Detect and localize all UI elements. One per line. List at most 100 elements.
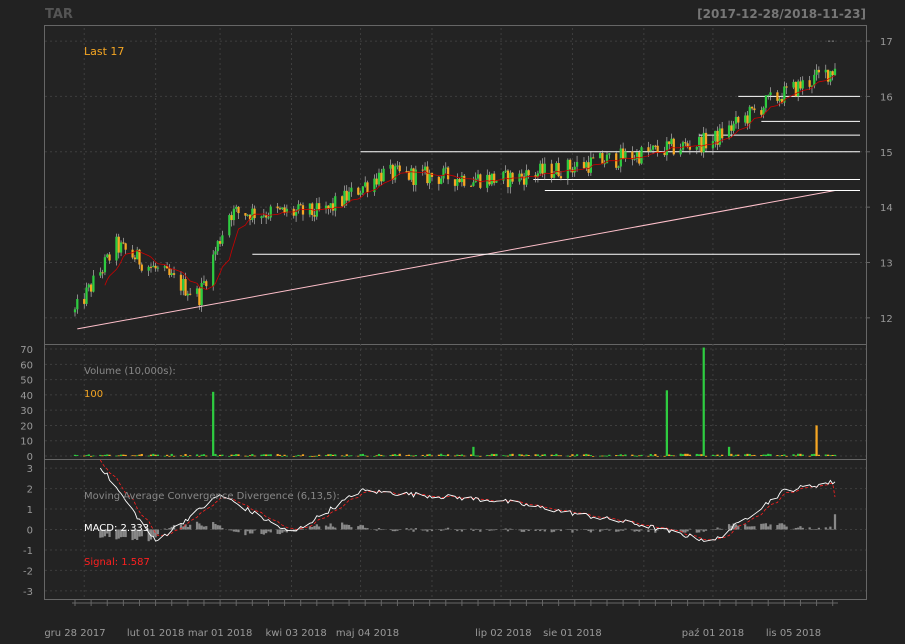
candle-body [122,242,125,244]
macd-histogram-bar [783,524,786,530]
candle-body [76,299,79,310]
volume-bar [430,455,434,457]
volume-bar [108,454,111,456]
candle-body [472,182,475,186]
volume-bar [423,455,427,457]
volume-bar [73,454,77,456]
volume-bar [502,455,505,457]
candle-body [267,217,270,219]
macd-histogram-bar [753,526,756,530]
volume-bar [198,455,201,457]
candle-body [767,95,770,97]
candle-body [486,174,489,188]
candle-body [704,132,708,149]
macd-histogram-bar [527,529,530,531]
candle-body [509,172,512,188]
volume-bar [550,454,553,456]
volume-bar [633,455,636,457]
x-tick-label: lut 01 2018 [127,628,185,639]
volume-bar [748,453,751,456]
candle-body [246,214,249,216]
macd-histogram-bar [377,528,381,530]
candle-body [108,254,111,261]
candle-body [555,163,558,175]
volume-tick-label: 60 [20,360,33,371]
macd-histogram-bar [472,529,475,532]
macd-histogram-bar [237,529,240,533]
volume-bar [617,455,620,457]
macd-histogram-bar [718,528,721,530]
x-tick-label: paź 01 2018 [682,627,744,639]
macd-histogram-bar [357,526,360,530]
macd-histogram-bar [518,529,521,531]
candle-body [154,265,157,269]
volume-bar [267,454,270,456]
volume-bar [785,455,788,457]
candle-body [504,170,507,172]
macd-histogram-bar [373,529,376,530]
candle-body [251,208,254,221]
volume-bar [582,454,586,456]
candle-body [119,242,123,253]
volume-bar [534,454,537,456]
macd-histogram-bar [456,529,459,532]
volume-bar [732,455,735,457]
x-tick-label: maj 04 2018 [336,628,399,639]
macd-histogram-bar [603,529,606,530]
volume-bar [509,454,512,456]
macd-histogram-bar [826,528,830,530]
volume-bar [486,454,489,456]
macd-histogram-bar [605,528,609,530]
macd-histogram-bar [405,528,408,530]
volume-bar [695,453,698,456]
volume-bar [122,454,125,456]
volume-bar [566,455,569,457]
volume-bar [456,454,459,456]
volume-bar [716,454,719,456]
candle-body [184,279,187,296]
volume-bar [99,454,102,456]
volume-bar [292,455,295,457]
candle-body [398,165,401,172]
macd-histogram-bar [315,524,318,530]
macd-histogram-bar [246,529,249,532]
volume-bar [797,453,800,456]
volume-bar [697,454,701,456]
volume-bar [329,454,332,456]
candle-body [212,254,215,287]
volume-tick-label: 40 [20,391,33,402]
macd-histogram-bar [792,528,795,530]
macd-histogram-bar [635,529,639,532]
volume-bar [714,455,717,457]
volume-bar [92,455,95,457]
volume-bar [317,454,321,456]
candle-body [601,153,604,164]
volume-bar [615,455,618,456]
macd-histogram-bar [543,529,546,532]
volume-bar [679,453,682,456]
candle-body [410,168,413,180]
volume-bar [460,454,464,456]
candle-body [117,236,120,253]
volume-bar [83,455,86,457]
candle-body [799,81,802,89]
volume-bar [366,455,369,457]
volume-bar [665,390,669,456]
candle-body [262,215,265,217]
macd-histogram-bar [663,529,666,531]
volume-bar [711,454,715,456]
volume-bar [87,454,90,456]
macd-histogram-bar [536,529,540,530]
volume-bar [668,454,671,456]
volume-bar [205,455,208,457]
volume-bar [543,454,546,456]
volume-bar [301,454,305,456]
volume-bar [214,453,217,456]
candle-body [511,172,514,182]
macd-histogram-bar [230,529,233,531]
macd-histogram-bar [343,524,346,530]
macd-histogram-bar [598,529,602,532]
macd-histogram-bar [389,529,392,530]
macd-histogram-bar [794,527,797,530]
macd-histogram-bar [649,529,652,530]
